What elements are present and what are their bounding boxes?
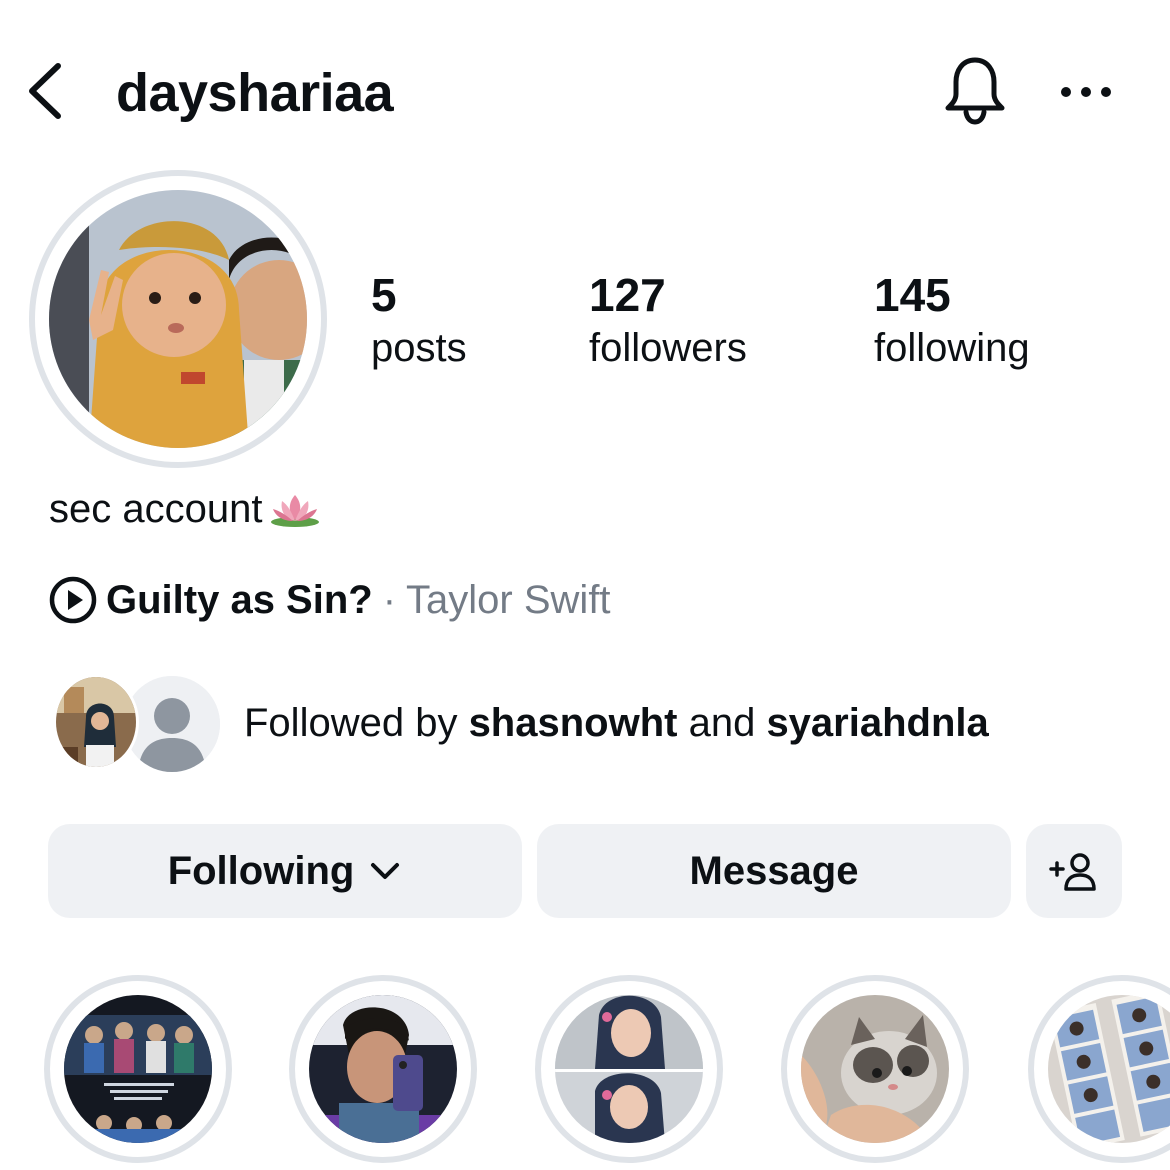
- message-button[interactable]: Message: [537, 824, 1011, 918]
- message-button-label: Message: [689, 848, 859, 893]
- following-count[interactable]: 145 following: [874, 268, 1030, 374]
- highlight-2-cover: [309, 995, 457, 1143]
- song-artist: Taylor Swift: [406, 577, 611, 622]
- followers-label: followers: [589, 326, 747, 370]
- followers-count[interactable]: 127 followers: [589, 268, 747, 374]
- highlight-3[interactable]: [535, 975, 723, 1163]
- following-button-label: Following: [167, 848, 355, 893]
- profile-screen: dayshariaa 5 posts 127 followers 145 fol…: [0, 0, 1170, 1170]
- mutual-user-1[interactable]: shasnowht: [469, 701, 678, 745]
- highlight-4-cover: [801, 995, 949, 1143]
- more-horizontal-icon: [1061, 87, 1111, 97]
- followed-by-joiner: and: [677, 701, 767, 745]
- highlight-5[interactable]: [1028, 975, 1170, 1163]
- highlight-4[interactable]: [781, 975, 969, 1163]
- highlight-1[interactable]: [44, 975, 232, 1163]
- posts-label: posts: [371, 326, 467, 370]
- followers-value: 127: [589, 269, 666, 321]
- add-user-icon: [1049, 853, 1096, 891]
- mutual-user-2[interactable]: syariahdnla: [766, 701, 988, 745]
- followed-by-text[interactable]: Followed by shasnowht and syariahdnla: [244, 698, 989, 748]
- lotus-icon: [271, 495, 320, 527]
- profile-avatar[interactable]: [49, 190, 307, 448]
- play-circle-icon: [49, 576, 97, 624]
- song-title: Guilty as Sin?: [106, 577, 373, 622]
- notifications-button[interactable]: [938, 54, 1012, 128]
- highlight-5-cover: [1048, 995, 1170, 1143]
- posts-count[interactable]: 5 posts: [371, 268, 467, 374]
- following-label: following: [874, 326, 1030, 370]
- profile-music[interactable]: Guilty as Sin? · Taylor Swift: [48, 572, 611, 628]
- highlight-2[interactable]: [289, 975, 477, 1163]
- music-separator: ·: [382, 577, 397, 622]
- posts-value: 5: [371, 269, 397, 321]
- following-value: 145: [874, 269, 951, 321]
- more-options-button[interactable]: [1054, 70, 1118, 114]
- bio: sec account: [49, 484, 322, 534]
- highlight-1-cover: [64, 995, 212, 1143]
- chevron-down-icon: [371, 863, 400, 879]
- chevron-left-icon: [29, 63, 61, 119]
- bio-text: sec account: [49, 487, 263, 531]
- bell-icon: [945, 57, 1005, 125]
- highlight-3-cover: [555, 995, 703, 1143]
- mutual-avatar-1[interactable]: [53, 674, 139, 770]
- add-user-button[interactable]: [1026, 824, 1122, 918]
- profile-username: dayshariaa: [116, 63, 394, 123]
- back-button[interactable]: [22, 58, 72, 124]
- following-button[interactable]: Following: [48, 824, 522, 918]
- followed-by-prefix: Followed by: [244, 701, 469, 745]
